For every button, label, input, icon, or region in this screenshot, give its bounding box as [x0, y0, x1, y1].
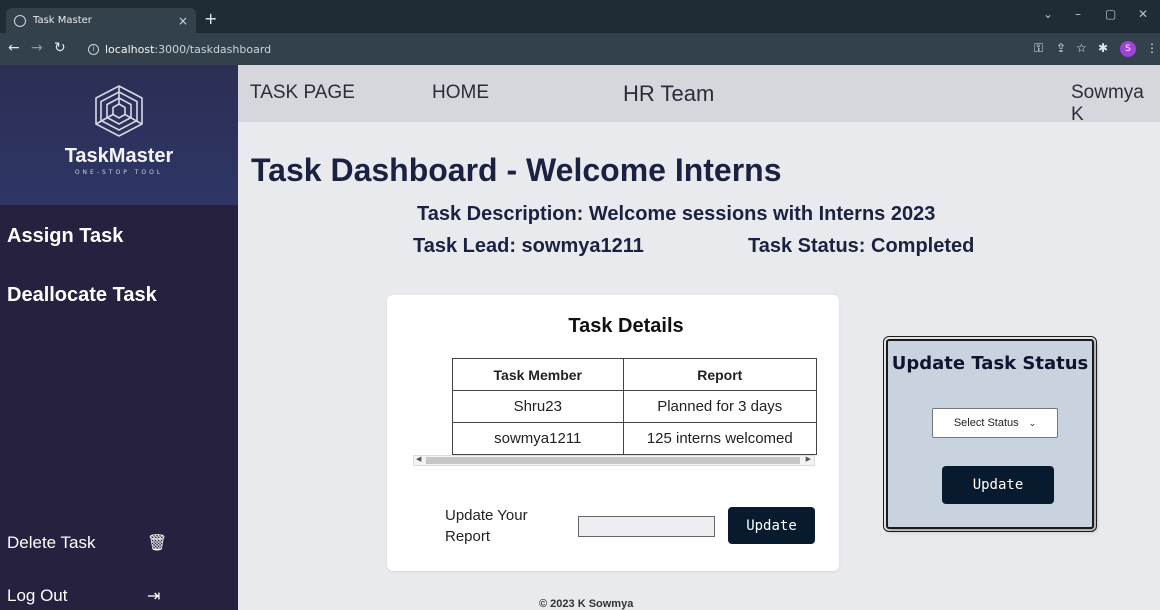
key-icon[interactable]: ⚿ — [1034, 41, 1043, 56]
report-input[interactable] — [578, 516, 715, 537]
table-header-row: Task Member Report — [452, 358, 817, 391]
browser-tabstrip: Task Master × + ⌄ – ▢ ✕ — [0, 0, 1160, 33]
close-window-icon[interactable]: ✕ — [1138, 7, 1148, 21]
url-field[interactable]: i localhost:3000/taskdashboard — [88, 38, 1098, 60]
address-bar: ← → ↻ i localhost:3000/taskdashboard ⚿ ⇪… — [0, 33, 1160, 65]
update-status-title: Update Task Status — [891, 353, 1089, 374]
profile-avatar[interactable]: S — [1120, 41, 1136, 57]
task-status: Task Status: Completed — [748, 235, 975, 257]
back-icon[interactable]: ← — [8, 40, 20, 56]
sidebar-item-assign-task[interactable]: Assign Task — [7, 225, 123, 248]
app-favicon-icon — [14, 14, 26, 27]
status-select[interactable]: Select Status ⌄ — [932, 408, 1058, 438]
scroll-right-icon[interactable]: ▶ — [806, 455, 811, 463]
reload-icon[interactable]: ↻ — [54, 40, 66, 56]
team-name: HR Team — [623, 81, 715, 106]
nav-task-page[interactable]: TASK PAGE — [250, 82, 355, 104]
url-host: localhost — [105, 42, 155, 56]
brand-tagline: ONE-STOP TOOL — [74, 169, 164, 176]
scrollbar-thumb[interactable] — [426, 457, 800, 464]
logout-icon: ⇥ — [147, 588, 161, 605]
column-header: Task Member — [452, 358, 624, 391]
forward-icon[interactable]: → — [31, 40, 43, 56]
share-icon[interactable]: ⇪ — [1056, 41, 1066, 55]
delete-task-label: Delete Task — [7, 533, 96, 552]
update-report-button[interactable]: Update — [728, 507, 815, 544]
sidebar-item-logout[interactable]: Log Out ⇥ — [7, 586, 160, 606]
task-description: Task Description: Welcome sessions with … — [417, 203, 936, 225]
column-header: Report — [622, 358, 817, 391]
footer-copyright: © 2023 K Sowmya — [539, 598, 634, 610]
nav-home[interactable]: HOME — [432, 82, 489, 104]
bookmark-star-icon[interactable]: ☆ — [1076, 41, 1087, 55]
update-report-label: Update Your Report — [445, 507, 528, 545]
report-cell: 125 interns welcomed — [622, 422, 817, 455]
extensions-icon[interactable]: ✱ — [1098, 41, 1108, 55]
top-navbar: TASK PAGE HOME HR Team Sowmya K — [238, 65, 1160, 125]
new-tab-icon[interactable]: + — [204, 9, 217, 28]
tab-close-icon[interactable]: × — [178, 14, 188, 28]
brand-block: TaskMaster ONE-STOP TOOL — [0, 65, 238, 205]
task-details-card: Task Details Task Member Report Shru23 P… — [387, 295, 839, 571]
browser-tab[interactable]: Task Master × — [6, 8, 196, 33]
scroll-left-icon[interactable]: ◀ — [416, 455, 421, 463]
taskmaster-logo-icon — [95, 85, 143, 137]
url-path: :3000/taskdashboard — [154, 42, 272, 56]
chevron-down-icon: ⌄ — [1028, 417, 1037, 428]
maximize-icon[interactable]: ▢ — [1105, 7, 1116, 21]
member-cell: Shru23 — [452, 390, 624, 423]
sidebar-item-deallocate-task[interactable]: Deallocate Task — [7, 284, 157, 307]
task-details-title: Task Details — [568, 315, 684, 337]
sidebar: TaskMaster ONE-STOP TOOL Assign Task Dea… — [0, 65, 238, 610]
update-status-button[interactable]: Update — [942, 466, 1054, 504]
table-horizontal-scrollbar[interactable]: ◀ ▶ — [413, 455, 815, 466]
logout-label: Log Out — [7, 586, 68, 605]
member-cell: sowmya1211 — [452, 422, 624, 455]
menu-kebab-icon[interactable]: ⋮ — [1146, 41, 1158, 55]
brand-name: TaskMaster — [64, 145, 174, 167]
sidebar-item-delete-task[interactable]: Delete Task 🗑 — [7, 533, 167, 553]
report-cell: Planned for 3 days — [622, 390, 817, 423]
tab-title: Task Master — [33, 15, 92, 26]
page-title: Task Dashboard - Welcome Interns — [251, 152, 782, 188]
update-status-panel: Update Task Status Select Status ⌄ Updat… — [883, 336, 1097, 532]
table-row: sowmya1211 125 interns welcomed — [452, 422, 817, 455]
table-row: Shru23 Planned for 3 days — [452, 390, 817, 423]
task-lead: Task Lead: sowmya1211 — [413, 235, 644, 257]
site-info-icon[interactable]: i — [88, 43, 99, 55]
tab-search-icon[interactable]: ⌄ — [1043, 7, 1053, 21]
members-table-container[interactable]: Task Member Report Shru23 Planned for 3 … — [425, 358, 817, 462]
minimize-icon[interactable]: – — [1075, 7, 1081, 21]
status-select-value: Select Status — [953, 417, 1019, 429]
trash-icon: 🗑 — [147, 535, 168, 552]
members-table: Task Member Report Shru23 Planned for 3 … — [452, 358, 817, 455]
user-name[interactable]: Sowmya K — [1071, 82, 1160, 126]
